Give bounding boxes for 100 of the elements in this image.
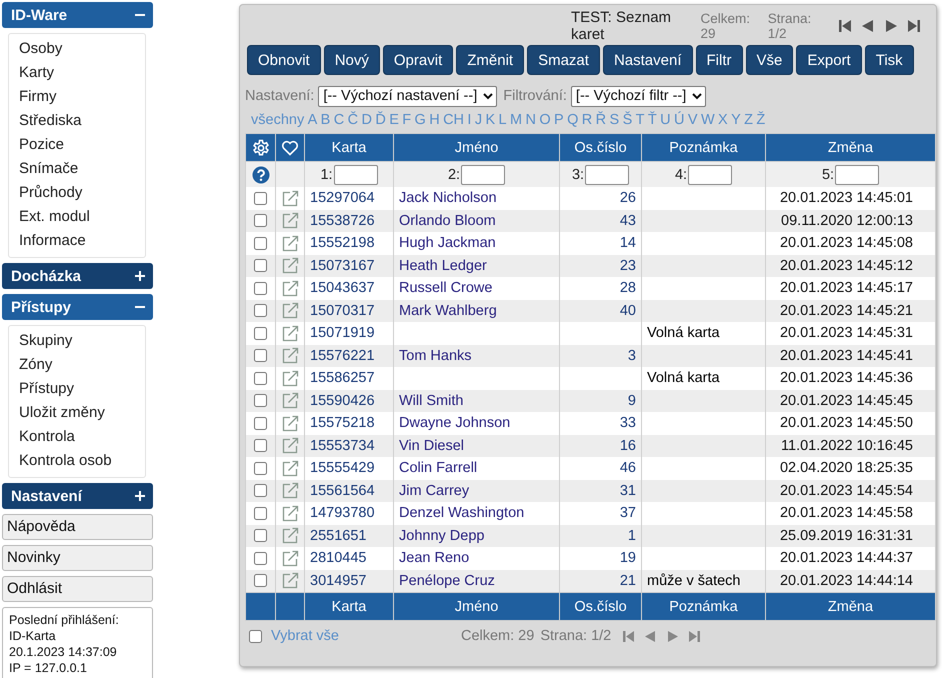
card-number-link[interactable]: 3014957 bbox=[304, 570, 394, 592]
row-checkbox[interactable] bbox=[254, 372, 267, 385]
row-checkbox[interactable] bbox=[254, 349, 267, 362]
row-checkbox[interactable] bbox=[254, 462, 267, 475]
column-header[interactable]: Poznámka bbox=[642, 134, 766, 162]
menu-item[interactable]: Snímače bbox=[19, 157, 78, 181]
settings-dropdown[interactable]: [-- Výchozí nastavení --] bbox=[318, 86, 498, 106]
card-number-link[interactable]: 15552198 bbox=[304, 232, 394, 254]
toolbar-button[interactable]: Změnit bbox=[456, 45, 524, 75]
name-link[interactable]: Orlando Bloom bbox=[394, 210, 560, 232]
row-checkbox[interactable] bbox=[254, 259, 267, 272]
toolbar-button[interactable]: Filtr bbox=[696, 45, 742, 75]
settings-icon[interactable] bbox=[252, 138, 270, 156]
filter-field[interactable] bbox=[334, 164, 378, 184]
row-checkbox[interactable] bbox=[254, 552, 267, 565]
card-number-link[interactable]: 15538726 bbox=[304, 210, 394, 232]
card-number-link[interactable]: 2810445 bbox=[304, 547, 394, 570]
name-link[interactable]: Penélope Cruz bbox=[394, 570, 560, 592]
card-number-link[interactable]: 15575218 bbox=[304, 412, 394, 434]
menu-item[interactable]: Průchody bbox=[19, 181, 82, 205]
row-checkbox[interactable] bbox=[254, 439, 267, 452]
edit-icon[interactable] bbox=[282, 482, 298, 500]
edit-icon[interactable] bbox=[282, 280, 298, 297]
card-number-link[interactable]: 15297064 bbox=[304, 187, 394, 210]
row-checkbox[interactable] bbox=[254, 484, 267, 498]
card-number-link[interactable]: 15071919 bbox=[304, 322, 394, 344]
toolbar-button[interactable]: Nový bbox=[324, 45, 380, 75]
name-link[interactable]: Jack Nicholson bbox=[394, 187, 560, 210]
edit-icon[interactable] bbox=[282, 460, 298, 477]
menu-item[interactable]: Zóny bbox=[19, 353, 52, 377]
first-page-icon[interactable] bbox=[621, 628, 636, 644]
name-link[interactable]: Russell Crowe bbox=[394, 277, 560, 300]
toolbar-button[interactable]: Opravit bbox=[382, 45, 454, 75]
row-checkbox[interactable] bbox=[254, 236, 267, 250]
edit-icon[interactable] bbox=[282, 527, 298, 544]
menu-item[interactable]: Přístupy bbox=[19, 377, 74, 401]
menu-item[interactable]: Kontrola bbox=[19, 425, 75, 449]
edit-icon[interactable] bbox=[282, 572, 298, 590]
last-page-icon[interactable] bbox=[687, 628, 702, 644]
column-header[interactable]: Karta bbox=[304, 134, 394, 162]
edit-icon[interactable] bbox=[282, 414, 298, 432]
menu-item[interactable]: Střediska bbox=[19, 109, 82, 133]
name-link[interactable]: Jim Carrey bbox=[394, 480, 560, 502]
card-number-link[interactable]: 15043637 bbox=[304, 277, 394, 300]
edit-icon[interactable] bbox=[282, 190, 298, 207]
menu-header[interactable]: ID-Ware bbox=[2, 2, 153, 28]
filter-field[interactable] bbox=[585, 164, 630, 184]
menu-header[interactable]: Přístupy bbox=[2, 294, 153, 320]
menu-button[interactable]: Nápověda bbox=[2, 514, 153, 540]
edit-icon[interactable] bbox=[282, 257, 298, 274]
row-checkbox[interactable] bbox=[254, 326, 267, 340]
card-number-link[interactable]: 2551651 bbox=[304, 524, 394, 547]
next-page-icon[interactable] bbox=[883, 18, 899, 34]
edit-icon[interactable] bbox=[282, 392, 298, 410]
menu-header[interactable]: Nastavení bbox=[2, 483, 153, 509]
menu-item[interactable]: Skupiny bbox=[19, 329, 72, 353]
row-checkbox[interactable] bbox=[254, 304, 267, 318]
name-link[interactable]: Hugh Jackman bbox=[394, 232, 560, 254]
previous-page-icon[interactable] bbox=[860, 18, 876, 34]
card-number-link[interactable]: 15073167 bbox=[304, 254, 394, 277]
row-checkbox[interactable] bbox=[254, 282, 267, 295]
edit-icon[interactable] bbox=[282, 234, 298, 252]
name-link[interactable]: Heath Ledger bbox=[394, 254, 560, 277]
menu-item[interactable]: Uložit změny bbox=[19, 401, 105, 425]
row-checkbox[interactable] bbox=[254, 192, 267, 205]
name-link[interactable]: Will Smith bbox=[394, 390, 560, 412]
menu-button[interactable]: Novinky bbox=[2, 545, 153, 571]
card-number-link[interactable]: 15590426 bbox=[304, 390, 394, 412]
edit-icon[interactable] bbox=[282, 504, 298, 522]
toolbar-button[interactable]: Tisk bbox=[864, 45, 914, 75]
toolbar-button[interactable]: Smazat bbox=[527, 45, 600, 75]
edit-icon[interactable] bbox=[282, 550, 298, 567]
column-header[interactable]: Změna bbox=[766, 134, 936, 162]
toolbar-button[interactable]: Obnovit bbox=[247, 45, 321, 75]
column-header[interactable]: Os.číslo bbox=[560, 592, 642, 620]
row-checkbox[interactable] bbox=[254, 214, 267, 228]
column-header[interactable]: Karta bbox=[304, 592, 394, 620]
toolbar-button[interactable]: Nastavení bbox=[602, 45, 692, 75]
card-number-link[interactable]: 14793780 bbox=[304, 502, 394, 524]
edit-icon[interactable] bbox=[282, 324, 298, 342]
name-link[interactable]: Vin Diesel bbox=[394, 434, 560, 457]
card-number-link[interactable]: 15561564 bbox=[304, 480, 394, 502]
column-header[interactable]: Os.číslo bbox=[560, 134, 642, 162]
menu-item[interactable]: Firmy bbox=[19, 85, 56, 109]
filter-field[interactable] bbox=[835, 164, 880, 184]
row-checkbox[interactable] bbox=[254, 394, 267, 408]
menu-item[interactable]: Kontrola osob bbox=[19, 449, 112, 473]
card-number-link[interactable]: 15555429 bbox=[304, 457, 394, 480]
name-link[interactable]: Denzel Washington bbox=[394, 502, 560, 524]
name-link[interactable]: Jean Reno bbox=[394, 547, 560, 570]
row-checkbox[interactable] bbox=[254, 506, 267, 520]
name-link[interactable]: Dwayne Johnson bbox=[394, 412, 560, 434]
row-checkbox[interactable] bbox=[254, 574, 267, 588]
column-header[interactable]: Poznámka bbox=[642, 592, 766, 620]
help-icon[interactable] bbox=[252, 166, 270, 184]
column-header[interactable]: Jméno bbox=[394, 592, 560, 620]
edit-icon[interactable] bbox=[282, 302, 298, 320]
menu-item[interactable]: Karty bbox=[19, 61, 54, 85]
select-all-checkbox[interactable] bbox=[249, 630, 262, 642]
menu-item[interactable]: Ext. modul bbox=[19, 205, 90, 229]
